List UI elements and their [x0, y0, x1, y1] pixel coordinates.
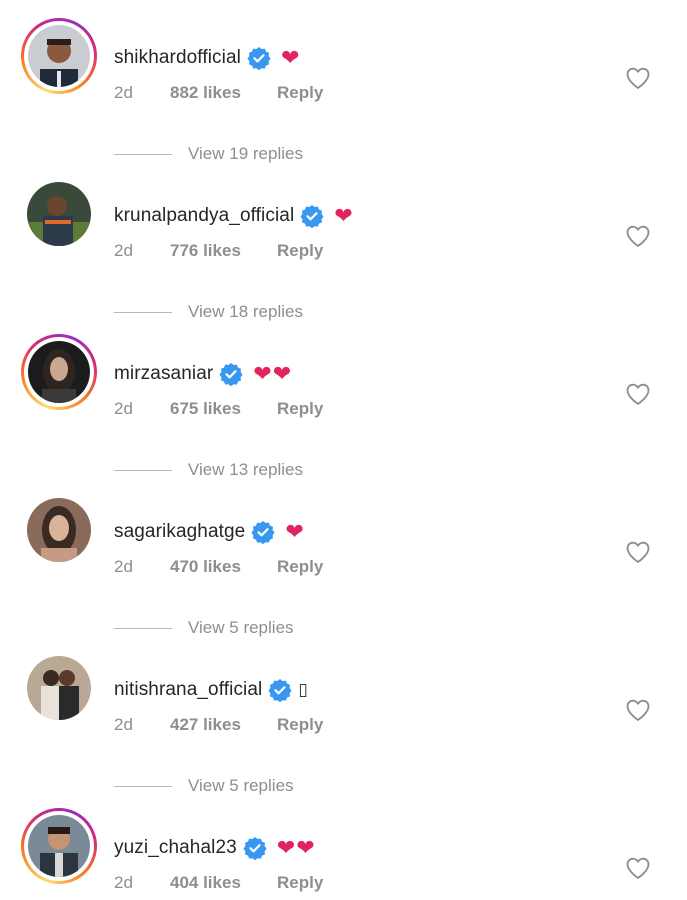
verified-badge-icon: [300, 204, 324, 228]
likes-count[interactable]: 427 likes: [170, 715, 277, 735]
avatar: [27, 656, 91, 720]
comment-time: 2d: [114, 241, 133, 260]
username[interactable]: sagarikaghatge: [114, 521, 245, 543]
verified-badge-icon: [219, 362, 243, 386]
reply-button[interactable]: Reply: [277, 873, 323, 893]
comment-item: nitishrana_official ▯ 2d 427 likes Reply…: [0, 655, 687, 813]
username[interactable]: nitishrana_official: [114, 679, 262, 701]
reply-button[interactable]: Reply: [277, 83, 323, 103]
avatar-container[interactable]: [21, 650, 97, 726]
replies-divider: [114, 311, 172, 313]
avatar-story-ring[interactable]: [21, 808, 97, 884]
username[interactable]: krunalpandya_official: [114, 205, 294, 227]
comment-time: 2d: [114, 715, 133, 734]
comment-item: mirzasaniar ❤❤ 2d 675 likes Reply View 1…: [0, 334, 687, 497]
username[interactable]: mirzasaniar: [114, 363, 213, 385]
comment-item: krunalpandya_official ❤ 2d 776 likes Rep…: [0, 181, 687, 339]
comment-time: 2d: [114, 557, 133, 576]
avatar: [28, 25, 90, 87]
heart-outline-icon[interactable]: [624, 380, 652, 408]
heart-outline-icon[interactable]: [624, 222, 652, 250]
comment-item: shikhardofficial ❤ 2d 882 likes Reply Vi…: [0, 18, 687, 181]
avatar: [27, 498, 91, 562]
heart-outline-icon[interactable]: [624, 854, 652, 882]
verified-badge-icon: [247, 46, 271, 70]
heart-outline-icon[interactable]: [624, 538, 652, 566]
avatar-story-ring[interactable]: [21, 18, 97, 94]
comment-text: ❤: [280, 45, 301, 70]
avatar-container[interactable]: [21, 176, 97, 252]
reply-button[interactable]: Reply: [277, 715, 323, 735]
view-replies-label[interactable]: View 5 replies: [188, 618, 294, 638]
avatar-story-ring[interactable]: [21, 334, 97, 410]
view-replies[interactable]: View 5 replies: [114, 775, 294, 797]
comment-item: yuzi_chahal23 ❤❤ 2d 404 likes Reply: [0, 808, 687, 900]
likes-count[interactable]: 470 likes: [170, 557, 277, 577]
comment-time: 2d: [114, 399, 133, 418]
heart-outline-icon[interactable]: [624, 64, 652, 92]
comment-text: ❤: [285, 519, 305, 544]
username[interactable]: yuzi_chahal23: [114, 837, 237, 859]
reply-button[interactable]: Reply: [277, 241, 323, 261]
comment-time: 2d: [114, 873, 133, 892]
replies-divider: [114, 627, 172, 629]
replies-divider: [114, 153, 172, 155]
verified-badge-icon: [243, 836, 267, 860]
replies-divider: [114, 469, 172, 471]
avatar-container[interactable]: [21, 492, 97, 568]
view-replies[interactable]: View 18 replies: [114, 301, 303, 323]
view-replies-label[interactable]: View 18 replies: [188, 302, 303, 322]
likes-count[interactable]: 882 likes: [170, 83, 277, 103]
likes-count[interactable]: 675 likes: [170, 399, 277, 419]
reply-button[interactable]: Reply: [277, 557, 323, 577]
comment-text: ❤❤: [276, 835, 316, 860]
view-replies-label[interactable]: View 19 replies: [188, 144, 303, 164]
avatar: [28, 341, 90, 403]
view-replies-label[interactable]: View 13 replies: [188, 460, 303, 480]
verified-badge-icon: [251, 520, 275, 544]
comment-text: ❤: [334, 203, 354, 228]
view-replies[interactable]: View 19 replies: [114, 143, 303, 165]
heart-outline-icon[interactable]: [624, 696, 652, 724]
comment-item: sagarikaghatge ❤ 2d 470 likes Reply View…: [0, 497, 687, 655]
avatar: [28, 815, 90, 877]
avatar: [27, 182, 91, 246]
comment-text: ▯: [298, 679, 309, 700]
comment-time: 2d: [114, 83, 133, 102]
likes-count[interactable]: 776 likes: [170, 241, 277, 261]
view-replies-label[interactable]: View 5 replies: [188, 776, 294, 796]
reply-button[interactable]: Reply: [277, 399, 323, 419]
username[interactable]: shikhardofficial: [114, 47, 241, 69]
replies-divider: [114, 785, 172, 787]
verified-badge-icon: [268, 678, 292, 702]
likes-count[interactable]: 404 likes: [170, 873, 277, 893]
view-replies[interactable]: View 5 replies: [114, 617, 294, 639]
comment-text: ❤❤: [253, 361, 293, 386]
view-replies[interactable]: View 13 replies: [114, 459, 303, 481]
